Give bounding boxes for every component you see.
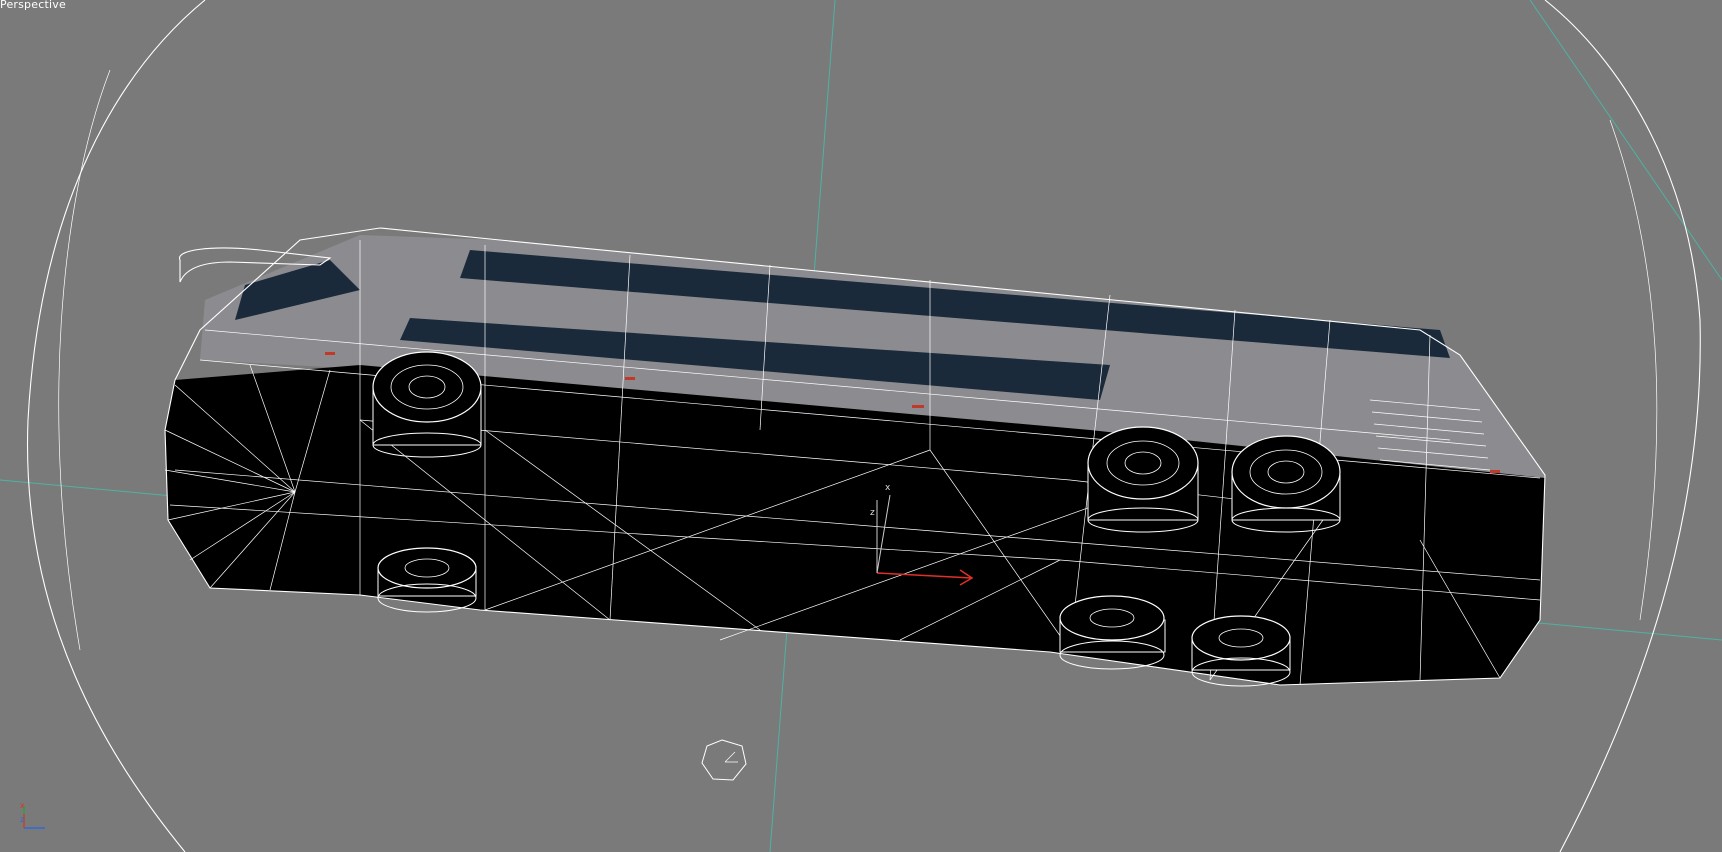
bus-marker-light xyxy=(625,377,635,380)
viewport-label[interactable]: Perspective xyxy=(0,0,66,12)
wheel-rear-upper-1 xyxy=(1087,426,1199,533)
bus-marker-light xyxy=(1490,470,1500,473)
perspective-viewport[interactable]: x z x z Perspective xyxy=(0,0,1722,852)
wheel-front-upper xyxy=(372,351,482,458)
grid-line-corner xyxy=(1529,0,1722,281)
environment-dome-inner-left xyxy=(58,69,111,651)
gizmo-z-label: z xyxy=(870,508,875,518)
bus-model[interactable] xyxy=(164,227,1546,687)
tripod-x-label: x xyxy=(20,801,25,810)
helper-object-icon[interactable] xyxy=(701,739,747,781)
gizmo-x-label: x xyxy=(885,483,891,493)
helper-object-detail xyxy=(724,751,738,763)
viewport-scene[interactable]: x z x z xyxy=(0,0,1722,852)
environment-dome-right xyxy=(1544,0,1701,852)
bus-marker-light xyxy=(912,405,924,408)
bus-marker-light xyxy=(325,352,335,355)
axis-tripod-icon: x z xyxy=(20,801,45,829)
tripod-z-label: z xyxy=(20,815,24,824)
wheel-rear-upper-2 xyxy=(1231,435,1341,533)
environment-dome-inner-right xyxy=(1609,119,1658,621)
